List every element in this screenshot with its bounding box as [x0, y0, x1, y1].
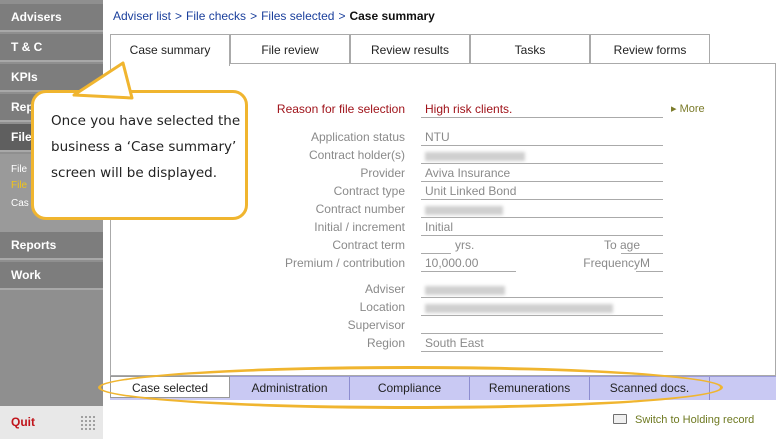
tab-label: Case summary	[129, 43, 211, 57]
field-label: Contract term	[332, 238, 405, 252]
tab-compliance[interactable]: Compliance	[350, 377, 470, 400]
callout-text: Once you have selected the business a ‘C…	[51, 113, 241, 181]
sidebar-item-label: Reports	[11, 238, 57, 252]
contract-number-value	[421, 202, 663, 218]
reason-label: Reason for file selection	[276, 102, 405, 116]
tab-label: File review	[261, 43, 319, 57]
field-label: Location	[359, 300, 405, 314]
sidebar-item-work[interactable]: Work	[0, 262, 103, 290]
frequency-value: M	[636, 256, 663, 272]
contract-term-unit: yrs.	[455, 238, 475, 252]
to-age-value	[621, 238, 663, 254]
tab-file-review[interactable]: File review	[230, 34, 350, 64]
redacted-text	[425, 286, 505, 296]
sidebar-subitem[interactable]: File	[11, 164, 27, 175]
sidebar-item-t-and-c[interactable]: T & C	[0, 34, 103, 62]
tab-administration[interactable]: Administration	[230, 377, 350, 400]
field-label: Contract type	[333, 184, 405, 198]
folder-icon	[613, 414, 627, 424]
provider-value: Aviva Insurance	[421, 166, 663, 182]
field-label: Adviser	[364, 282, 405, 296]
breadcrumb-separator: >	[175, 9, 183, 23]
tab-label: Compliance	[377, 381, 442, 395]
contract-type-value: Unit Linked Bond	[421, 184, 663, 200]
premium-value: 10,000.00	[421, 256, 516, 272]
field-label: Supervisor	[347, 318, 405, 332]
callout-pointer	[72, 61, 134, 100]
initial-increment-value: Initial	[421, 220, 663, 236]
more-label: More	[679, 103, 705, 115]
sidebar-item-label: T & C	[11, 40, 43, 54]
field-label: Provider	[360, 166, 405, 180]
switch-holding-link[interactable]: Switch to Holding record	[613, 414, 754, 426]
field-label: Contract holder(s)	[308, 148, 405, 162]
breadcrumb-link[interactable]: File checks	[186, 9, 246, 23]
location-value	[421, 300, 663, 316]
tab-remunerations[interactable]: Remunerations	[470, 377, 590, 400]
breadcrumb-separator: >	[338, 9, 346, 23]
breadcrumb-current: Case summary	[349, 9, 435, 23]
application-status-value: NTU	[421, 130, 663, 146]
sidebar-item-reports[interactable]: Reports	[0, 232, 103, 260]
redacted-text	[425, 206, 503, 216]
sidebar-item-label: File	[11, 130, 32, 144]
top-tabs: Case summary File review Review results …	[110, 34, 776, 66]
tab-label: Scanned docs.	[609, 381, 690, 395]
region-value: South East	[421, 336, 663, 352]
tab-scanned-docs[interactable]: Scanned docs.	[590, 377, 710, 400]
sidebar-item-label: KPIs	[11, 70, 38, 84]
breadcrumb-link[interactable]: Adviser list	[113, 9, 171, 23]
field-label: Premium / contribution	[284, 256, 405, 270]
field-label: Initial / increment	[314, 220, 405, 234]
contract-term-value	[421, 238, 451, 254]
field-label: Contract number	[315, 202, 405, 216]
quit-button[interactable]: Quit	[11, 415, 35, 429]
sidebar-item-label: Advisers	[11, 10, 62, 24]
supervisor-value	[421, 318, 663, 334]
reason-value: High risk clients.	[421, 102, 663, 118]
tab-case-selected[interactable]: Case selected	[110, 376, 230, 398]
tab-tasks[interactable]: Tasks	[470, 34, 590, 64]
redacted-text	[425, 304, 613, 314]
tab-label: Case selected	[131, 381, 209, 395]
contract-holders-value	[421, 148, 663, 164]
sidebar-subitem[interactable]: Cas	[11, 198, 29, 209]
sidebar-subitem-active[interactable]: File	[11, 180, 27, 191]
field-label: Frequency	[583, 256, 640, 270]
redacted-text	[425, 152, 525, 162]
expand-icon: ▸	[671, 103, 677, 115]
grid-icon[interactable]	[80, 415, 96, 431]
tab-label: Tasks	[514, 43, 546, 57]
callout-box: Once you have selected the business a ‘C…	[31, 90, 248, 220]
switch-holding-label: Switch to Holding record	[635, 414, 755, 426]
tab-review-forms[interactable]: Review forms	[590, 34, 710, 64]
breadcrumb-link[interactable]: Files selected	[261, 9, 334, 23]
tab-label: Review results	[370, 43, 450, 57]
sidebar-item-label: Work	[11, 268, 41, 282]
tab-review-results[interactable]: Review results	[350, 34, 470, 64]
quit-area: Quit	[0, 406, 103, 439]
tab-label: Review forms	[613, 43, 687, 57]
tab-label: Remunerations	[488, 381, 571, 395]
breadcrumb-separator: >	[250, 9, 258, 23]
more-link[interactable]: ▸ More	[671, 102, 705, 115]
adviser-value	[421, 282, 663, 298]
breadcrumb: Adviser list > File checks > Files selected >…	[113, 9, 435, 23]
tab-label: Administration	[251, 381, 328, 395]
sidebar-item-advisers[interactable]: Advisers	[0, 4, 103, 32]
field-label: Region	[366, 336, 405, 350]
bottom-tabs: Case selected Administration Compliance …	[110, 376, 776, 400]
field-label: Application status	[310, 130, 405, 144]
